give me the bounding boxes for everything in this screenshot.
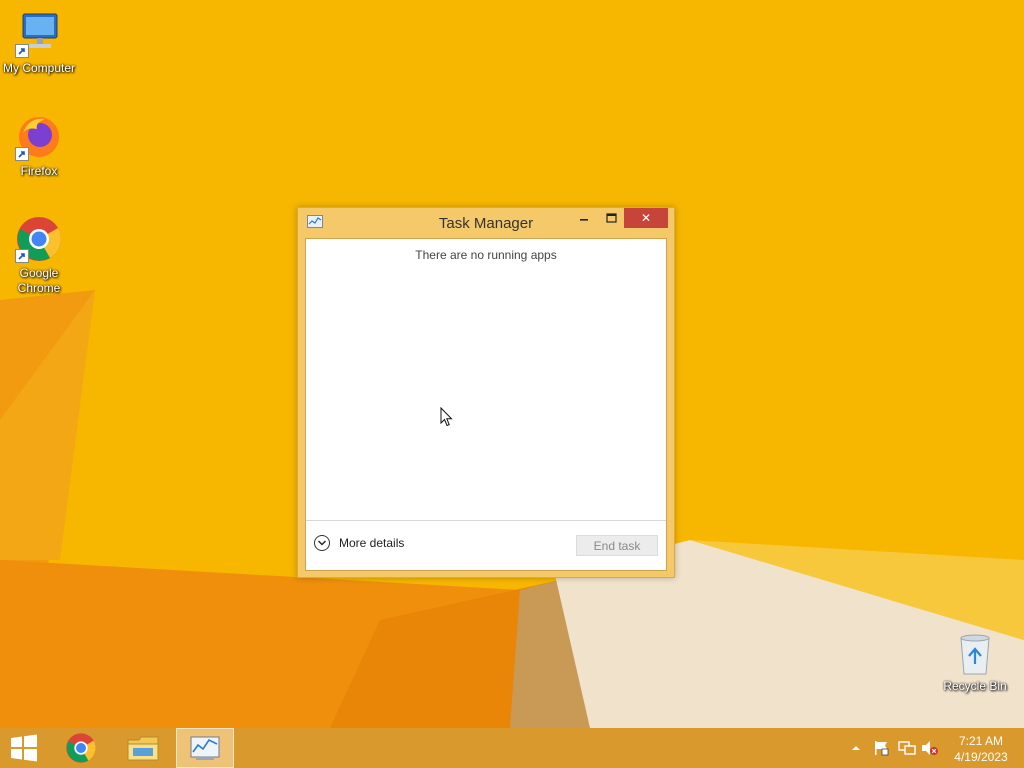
minimize-button[interactable] (571, 208, 597, 228)
chrome-icon (66, 733, 96, 763)
volume-button[interactable] (921, 728, 939, 768)
chevron-up-icon (852, 746, 860, 750)
volume-muted-icon (922, 741, 938, 755)
desktop-icon-label: Recycle Bin (943, 679, 1007, 693)
show-hidden-icons-button[interactable] (851, 728, 863, 768)
minimize-icon (580, 219, 588, 221)
clock-time: 7:21 AM (958, 734, 1004, 748)
desktop-icon-recycle-bin[interactable]: Recycle Bin (935, 632, 1015, 694)
desktop-icon-label: Google Chrome (17, 266, 61, 295)
window-footer: More details End task (306, 520, 666, 570)
task-manager-icon (190, 736, 220, 760)
firefox-icon (15, 113, 63, 161)
more-details-label: More details (339, 536, 405, 550)
action-center-button[interactable] (873, 728, 891, 768)
start-button[interactable] (0, 728, 48, 768)
desktop-icon-google-chrome[interactable]: Google Chrome (0, 215, 79, 296)
maximize-button[interactable] (598, 208, 624, 228)
taskbar: 7:21 AM 4/19/2023 (0, 728, 1024, 768)
more-details-button[interactable]: More details (314, 535, 404, 551)
desktop-icon-my-computer[interactable]: My Computer (0, 10, 79, 76)
computer-icon (15, 10, 63, 58)
file-explorer-icon (127, 736, 159, 761)
taskbar-file-explorer-button[interactable] (120, 728, 166, 768)
end-task-button[interactable]: End task (576, 535, 658, 556)
windows-logo-icon (11, 734, 37, 762)
network-icon (898, 741, 916, 755)
task-manager-window[interactable]: Task Manager ✕ There are no running apps… (297, 207, 675, 578)
desktop-icon-label: Firefox (20, 164, 58, 178)
action-center-flag-icon (875, 741, 889, 756)
taskbar-task-manager-button[interactable] (176, 728, 234, 768)
desktop-icon-firefox[interactable]: Firefox (0, 113, 79, 179)
clock[interactable]: 7:21 AM 4/19/2023 (948, 733, 1014, 765)
taskbar-chrome-button[interactable] (58, 728, 104, 768)
mouse-cursor-icon (440, 406, 454, 432)
app-list-panel: There are no running apps More details E… (305, 238, 667, 571)
title-bar[interactable]: Task Manager ✕ (298, 208, 674, 238)
close-button[interactable]: ✕ (624, 208, 668, 228)
chevron-down-icon (314, 535, 330, 551)
empty-message: There are no running apps (415, 248, 557, 262)
recycle-bin-icon (955, 632, 995, 676)
maximize-icon (605, 213, 617, 223)
network-button[interactable] (898, 728, 916, 768)
desktop-icon-label: My Computer (2, 61, 76, 75)
close-icon: ✕ (640, 211, 652, 225)
chrome-icon (15, 215, 63, 263)
clock-date: 4/19/2023 (954, 750, 1008, 764)
